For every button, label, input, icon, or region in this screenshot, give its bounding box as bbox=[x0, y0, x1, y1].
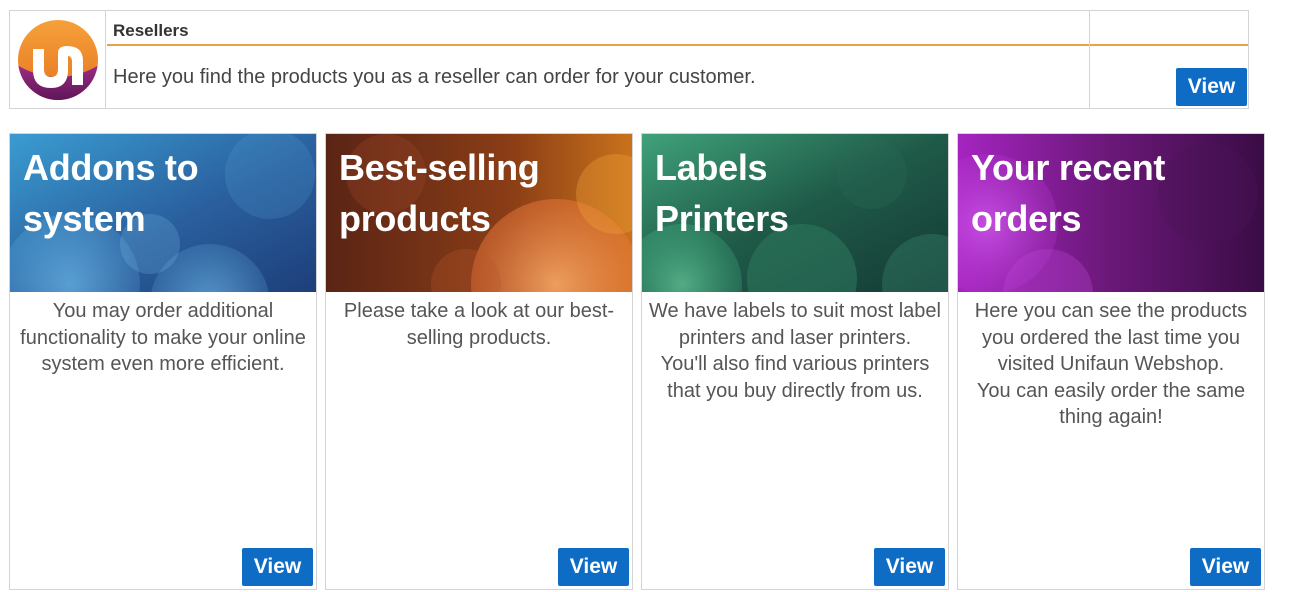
action-divider bbox=[1089, 11, 1090, 108]
card-best-selling-hero: Best-selling products bbox=[326, 134, 632, 292]
card-title-line: products bbox=[339, 198, 491, 239]
card-title-line: orders bbox=[971, 198, 1082, 239]
logo-cell bbox=[10, 11, 106, 108]
card-best-selling-body: Please take a look at our best-selling p… bbox=[328, 298, 630, 351]
card-recent-orders-hero: Your recent orders bbox=[958, 134, 1264, 292]
card-best-selling-title: Best-selling products bbox=[339, 142, 629, 244]
card-body-text: You can easily order the same thing agai… bbox=[976, 379, 1246, 429]
card-recent-orders: Your recent orders Here you can see the … bbox=[957, 133, 1265, 590]
resellers-description: Here you find the products you as a rese… bbox=[113, 66, 756, 88]
card-addons-hero: Addons to system bbox=[10, 134, 316, 292]
resellers-title: Resellers bbox=[113, 21, 189, 40]
card-body-text: You'll also find various printers that y… bbox=[660, 353, 930, 402]
card-addons-title: Addons to system bbox=[23, 142, 313, 244]
card-addons: Addons to system You may order additiona… bbox=[9, 133, 317, 590]
card-title-line: Addons to bbox=[23, 147, 199, 188]
card-labels-printers-body: We have labels to suit most label printe… bbox=[644, 298, 946, 404]
card-labels-printers-title: Labels Printers bbox=[655, 142, 945, 244]
resellers-title-row: Resellers bbox=[107, 11, 1248, 46]
unifaun-logo-icon bbox=[18, 20, 98, 100]
card-recent-orders-title: Your recent orders bbox=[971, 142, 1261, 244]
card-body-text: You may order additional functionality t… bbox=[20, 300, 306, 375]
card-labels-printers: Labels Printers We have labels to suit m… bbox=[641, 133, 949, 590]
card-recent-orders-view-button[interactable]: View bbox=[1190, 548, 1261, 586]
card-body-text: Here you can see the products you ordere… bbox=[974, 300, 1248, 375]
resellers-view-button[interactable]: View bbox=[1176, 68, 1247, 106]
resellers-banner: Resellers Here you find the products you… bbox=[9, 10, 1249, 109]
card-title-line: system bbox=[23, 198, 146, 239]
card-recent-orders-body: Here you can see the products you ordere… bbox=[960, 298, 1262, 431]
card-addons-body: You may order additional functionality t… bbox=[12, 298, 314, 378]
card-labels-printers-hero: Labels Printers bbox=[642, 134, 948, 292]
card-title-line: Printers bbox=[655, 198, 789, 239]
card-body-text: We have labels to suit most label printe… bbox=[648, 300, 941, 349]
card-addons-view-button[interactable]: View bbox=[242, 548, 313, 586]
card-best-selling-view-button[interactable]: View bbox=[558, 548, 629, 586]
card-title-line: Your recent bbox=[971, 147, 1166, 188]
card-best-selling: Best-selling products Please take a look… bbox=[325, 133, 633, 590]
card-labels-printers-view-button[interactable]: View bbox=[874, 548, 945, 586]
card-title-line: Labels bbox=[655, 147, 768, 188]
card-body-text: Please take a look at our best-selling p… bbox=[343, 300, 615, 349]
card-title-line: Best-selling bbox=[339, 147, 540, 188]
